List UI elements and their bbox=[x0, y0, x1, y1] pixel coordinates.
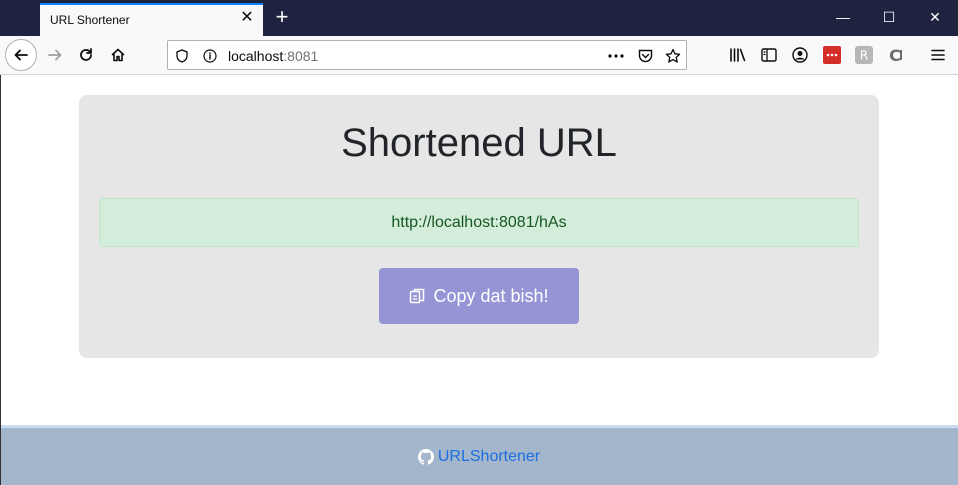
forward-arrow-icon bbox=[48, 49, 62, 61]
site-info-icon[interactable] bbox=[202, 48, 218, 64]
close-window-button[interactable]: ✕ bbox=[912, 0, 958, 34]
password-manager-extension-icon[interactable] bbox=[821, 44, 843, 66]
pocket-icon[interactable] bbox=[637, 48, 653, 64]
url-port: :8081 bbox=[283, 48, 319, 64]
tracking-shield-icon[interactable] bbox=[174, 48, 190, 64]
account-icon[interactable] bbox=[789, 44, 811, 66]
new-tab-button[interactable]: + bbox=[270, 5, 294, 29]
back-arrow-icon bbox=[14, 49, 28, 61]
forward-button[interactable] bbox=[40, 40, 70, 70]
tab-title: URL Shortener bbox=[50, 13, 130, 27]
home-icon bbox=[111, 48, 125, 62]
library-icon[interactable] bbox=[727, 44, 749, 66]
back-button[interactable] bbox=[5, 39, 37, 71]
copy-button-label: Copy dat bish! bbox=[433, 285, 549, 306]
github-link-text: URLShortener bbox=[437, 448, 541, 465]
address-bar[interactable]: localhost:8081 bbox=[167, 40, 687, 70]
reload-icon bbox=[80, 48, 92, 61]
page-actions-icon[interactable] bbox=[608, 48, 624, 64]
menu-icon[interactable] bbox=[927, 44, 949, 66]
page-title: Shortened URL bbox=[341, 121, 617, 165]
svg-text:C: C bbox=[889, 46, 901, 64]
extension-c-icon[interactable]: C bbox=[885, 44, 907, 66]
shortened-url-box[interactable]: http://localhost:8081/hAs bbox=[99, 198, 859, 247]
bookmark-star-icon[interactable] bbox=[665, 48, 681, 64]
minimize-button[interactable]: — bbox=[820, 0, 866, 34]
github-link[interactable]: URLShortener bbox=[0, 448, 958, 466]
reload-button[interactable] bbox=[71, 40, 101, 70]
window-left-border bbox=[0, 75, 1, 485]
copy-icon bbox=[410, 288, 425, 304]
maximize-button[interactable]: ☐ bbox=[866, 0, 912, 34]
sidebar-icon[interactable] bbox=[758, 44, 780, 66]
copy-button[interactable]: Copy dat bish! bbox=[379, 268, 579, 324]
svg-text:R: R bbox=[860, 49, 868, 63]
home-button[interactable] bbox=[103, 40, 133, 70]
browser-tab[interactable]: URL Shortener ✕ bbox=[40, 3, 263, 36]
url-host: localhost bbox=[228, 48, 284, 64]
browser-toolbar: localhost:8081 R C bbox=[0, 36, 958, 75]
result-card: Shortened URL http://localhost:8081/hAs … bbox=[79, 95, 879, 358]
browser-titlebar: URL Shortener ✕ + — ☐ ✕ bbox=[0, 0, 958, 36]
page-content: Shortened URL http://localhost:8081/hAs … bbox=[0, 75, 958, 425]
github-icon bbox=[417, 449, 434, 465]
tab-close-icon[interactable]: ✕ bbox=[239, 10, 255, 26]
extension-r-icon[interactable]: R bbox=[853, 44, 875, 66]
url-text[interactable]: localhost:8081 bbox=[228, 48, 318, 64]
footer: URLShortener bbox=[0, 425, 958, 485]
